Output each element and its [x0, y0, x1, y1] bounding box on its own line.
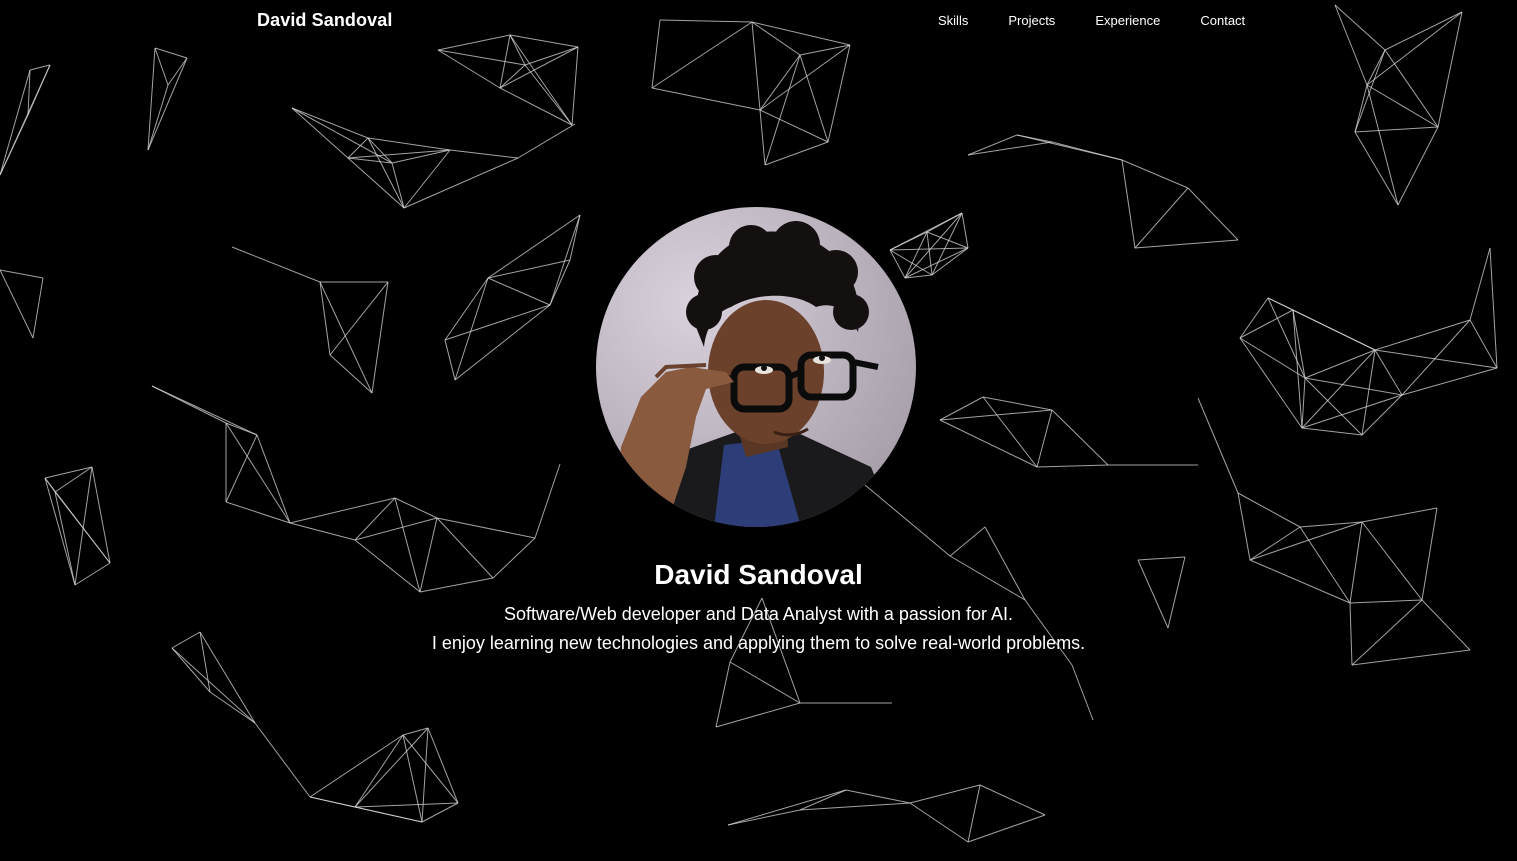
network-link — [367, 137, 405, 209]
network-link — [254, 722, 311, 798]
network-link — [1366, 84, 1439, 128]
network-link — [1071, 664, 1094, 721]
network-link — [427, 727, 459, 804]
network-link — [967, 784, 981, 843]
network-link — [347, 157, 405, 209]
network-link — [1354, 131, 1399, 206]
network-link — [727, 809, 801, 826]
nav-link-contact[interactable]: Contact — [1200, 13, 1245, 28]
page: David Sandoval Skills Projects Experienc… — [0, 0, 1517, 861]
network-link — [354, 734, 404, 808]
network-link — [402, 734, 459, 804]
network-link — [354, 806, 423, 823]
hero-name-heading: David Sandoval — [654, 559, 863, 590]
network-link — [403, 157, 519, 209]
network-link — [764, 54, 801, 166]
network-link — [309, 734, 404, 798]
top-navbar: David Sandoval Skills Projects Experienc… — [0, 0, 1517, 42]
network-link — [1384, 49, 1439, 128]
network-link — [147, 84, 169, 151]
network-link — [209, 691, 256, 724]
network-link — [715, 702, 801, 728]
network-link — [291, 107, 369, 139]
hero-section: David Sandoval Software/Web developer an… — [0, 207, 1517, 658]
network-link — [421, 727, 429, 823]
network-link — [171, 647, 256, 724]
network-link — [651, 87, 761, 111]
network-link — [845, 789, 911, 804]
network-link — [1051, 141, 1123, 161]
network-link — [154, 47, 188, 59]
network-link — [509, 34, 573, 126]
network-link — [759, 109, 829, 143]
network-link — [759, 44, 851, 111]
network-link — [759, 109, 766, 166]
network-link — [291, 107, 349, 159]
network-link — [1366, 84, 1399, 206]
network-link — [367, 137, 451, 151]
network-link — [727, 789, 847, 826]
network-link — [799, 789, 847, 811]
network-link — [391, 162, 405, 209]
network-link — [29, 64, 51, 71]
network-link — [354, 802, 459, 808]
network-link — [354, 727, 429, 808]
network-link — [759, 54, 801, 111]
nav-link-skills[interactable]: Skills — [938, 13, 968, 28]
network-link — [799, 802, 911, 811]
network-link — [1366, 49, 1386, 86]
network-link — [764, 141, 829, 166]
main-nav: Skills Projects Experience Contact — [938, 13, 1245, 28]
network-link — [0, 69, 31, 176]
network-link — [979, 784, 1046, 816]
network-link — [499, 46, 579, 89]
network-link — [347, 157, 393, 164]
network-link — [729, 661, 801, 704]
network-link — [967, 141, 1053, 156]
nav-link-projects[interactable]: Projects — [1008, 13, 1055, 28]
network-link — [1354, 84, 1368, 133]
network-link — [909, 802, 969, 843]
hero-description: I enjoy learning new technologies and ap… — [431, 633, 1086, 653]
network-link — [0, 114, 29, 176]
network-link — [1354, 49, 1386, 133]
network-link — [524, 46, 579, 66]
network-link — [909, 784, 981, 804]
network-link — [967, 814, 1046, 843]
network-link — [421, 802, 459, 823]
network-link — [402, 734, 423, 823]
network-link — [571, 46, 579, 126]
nav-link-experience[interactable]: Experience — [1095, 13, 1160, 28]
network-link — [827, 44, 851, 143]
network-link — [1354, 126, 1439, 133]
network-link — [367, 137, 393, 164]
network-link — [524, 64, 573, 126]
network-link — [1397, 126, 1439, 206]
network-link — [799, 54, 829, 143]
network-link — [347, 149, 451, 159]
network-link — [517, 123, 576, 159]
network-link — [715, 661, 731, 728]
hero-tagline: Software/Web developer and Data Analyst … — [504, 604, 1013, 624]
profile-photo — [595, 207, 916, 527]
network-link — [154, 47, 169, 86]
brand-logo-text[interactable]: David Sandoval — [257, 10, 392, 31]
network-link — [499, 87, 573, 126]
network-link — [967, 134, 1018, 156]
network-link — [449, 149, 519, 159]
network-link — [1121, 159, 1189, 189]
